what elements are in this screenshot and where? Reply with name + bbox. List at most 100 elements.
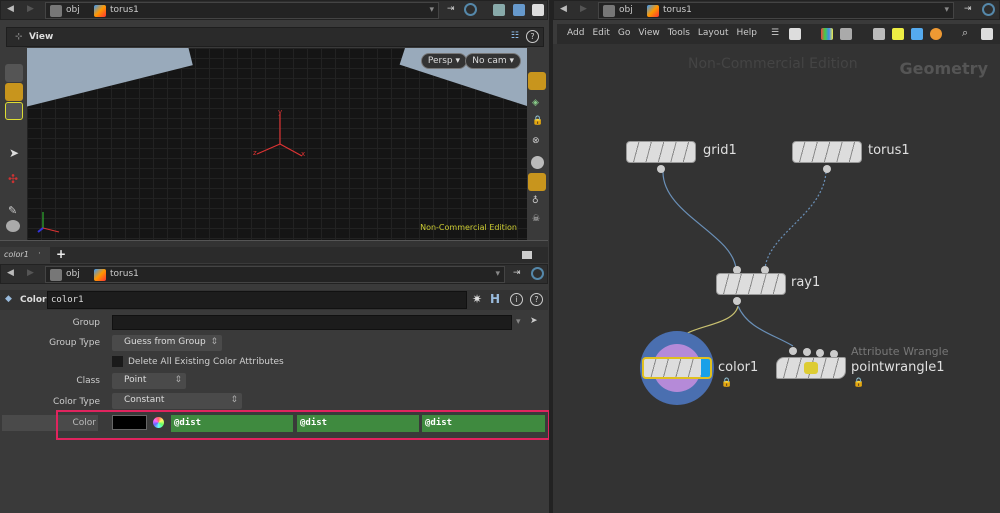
crumb-torus1[interactable]: torus1 <box>110 5 139 15</box>
close-tab-icon[interactable]: · <box>38 249 41 259</box>
color-type-label-wrap: Color Type <box>0 395 100 409</box>
node-name-field[interactable]: color1 <box>47 291 467 309</box>
chevron-down-icon[interactable]: ▾ <box>429 5 434 15</box>
view-tools-icon[interactable]: ⊹ <box>15 32 23 42</box>
select-mode-icon[interactable] <box>5 64 23 82</box>
node-torus1[interactable] <box>792 141 862 163</box>
camera-menu[interactable]: No cam ▾ <box>465 53 521 69</box>
crumb-obj[interactable]: obj <box>619 5 633 15</box>
back-arrow-icon[interactable]: ◀ <box>7 4 14 14</box>
output-connector[interactable] <box>823 165 831 173</box>
menu-go[interactable]: Go <box>618 28 630 38</box>
menu-help[interactable]: Help <box>737 28 758 38</box>
help-icon[interactable]: ? <box>530 293 543 306</box>
color-palette-icon[interactable] <box>821 28 833 40</box>
class-menu[interactable]: Point ⇕ <box>112 373 186 389</box>
link-icon[interactable] <box>531 267 544 280</box>
visibility-icon[interactable] <box>528 72 546 90</box>
pin-icon[interactable]: ⇥ <box>513 268 521 278</box>
shading-sphere-icon[interactable] <box>531 156 544 169</box>
tree-view-icon[interactable]: ☰ <box>771 28 779 38</box>
forward-arrow-icon[interactable]: ▶ <box>580 4 587 14</box>
axis-label-y: y <box>278 108 283 116</box>
axis-label-x: x <box>301 150 306 158</box>
geometry-mode-icon[interactable] <box>5 102 23 120</box>
info-icon[interactable]: i <box>510 293 523 306</box>
skull-icon[interactable]: ☠ <box>532 214 540 224</box>
lock-icon[interactable]: 🔒 <box>532 116 543 126</box>
color-type-menu[interactable]: Constant ⇕ <box>112 393 242 409</box>
crumb-obj[interactable]: obj <box>66 269 80 279</box>
add-tab-button[interactable]: + <box>56 247 66 261</box>
lock-icon[interactable]: 🔒 <box>853 378 864 388</box>
left-path-bar: ◀ ▶ obj torus1 ▾ ⇥ <box>0 0 548 20</box>
lock-icon[interactable]: 🔒 <box>721 378 732 388</box>
headlight-icon[interactable] <box>528 173 546 191</box>
shape-palette-icon[interactable] <box>840 28 852 40</box>
handle-icon[interactable]: ✣ <box>8 172 18 186</box>
image-icon[interactable] <box>911 28 923 40</box>
search-icon[interactable]: ⌕ <box>962 26 968 40</box>
path-field[interactable]: obj torus1 ▾ <box>45 2 439 19</box>
node-ray1[interactable] <box>716 273 786 295</box>
crumb-torus1[interactable]: torus1 <box>663 5 692 15</box>
output-connector[interactable] <box>733 297 741 305</box>
eye-icon[interactable] <box>981 28 993 40</box>
group-dropdown-icon[interactable]: ▾ <box>516 317 521 327</box>
viewport[interactable]: Persp ▾ No cam ▾ y z x Non-Commercial Ed… <box>27 48 527 240</box>
gear-icon[interactable]: ✷ <box>472 292 482 306</box>
chevron-down-icon[interactable]: ▾ <box>495 269 500 279</box>
menu-view[interactable]: View <box>638 28 659 38</box>
param-path-field[interactable]: obj torus1 ▾ <box>45 266 505 283</box>
node-color1[interactable] <box>642 357 712 379</box>
select-arrow-icon[interactable]: ➤ <box>530 316 538 326</box>
crumb-obj[interactable]: obj <box>66 5 80 15</box>
display-options-icon[interactable]: ☷ <box>511 31 519 41</box>
network-path-field[interactable]: obj torus1 ▾ <box>598 2 954 19</box>
list-view-icon[interactable] <box>789 28 801 40</box>
pane-splitter[interactable] <box>0 240 548 247</box>
sticky-note-icon[interactable] <box>892 28 904 40</box>
forward-arrow-icon[interactable]: ▶ <box>27 4 34 14</box>
back-arrow-icon[interactable]: ◀ <box>560 4 567 14</box>
background-icon[interactable] <box>532 4 544 16</box>
camera-icon[interactable] <box>6 220 20 232</box>
input-connector[interactable] <box>816 349 824 357</box>
output-connector[interactable] <box>657 165 665 173</box>
menu-layout[interactable]: Layout <box>698 28 729 38</box>
menu-edit[interactable]: Edit <box>592 28 609 38</box>
ghost-icon[interactable]: ◈ <box>532 98 539 108</box>
menu-add[interactable]: Add <box>567 28 584 38</box>
pane-menu-icon[interactable] <box>522 251 532 259</box>
crumb-torus1[interactable]: torus1 <box>110 269 139 279</box>
tab-color1[interactable]: color1 · <box>0 247 50 263</box>
dot-icon[interactable] <box>930 28 942 40</box>
group-type-menu[interactable]: Guess from Group ⇕ <box>112 335 222 351</box>
group-field[interactable] <box>112 315 512 330</box>
brush-icon[interactable]: ✎ <box>8 204 17 217</box>
back-arrow-icon[interactable]: ◀ <box>7 268 14 278</box>
link-icon[interactable] <box>464 3 477 16</box>
arrow-select-icon[interactable]: ➤ <box>9 146 19 160</box>
network-box-icon[interactable] <box>873 28 885 40</box>
display-icon[interactable] <box>493 4 505 16</box>
input-connector[interactable] <box>803 348 811 356</box>
node-pointwrangle1[interactable] <box>776 357 846 379</box>
object-mode-icon[interactable] <box>5 83 23 101</box>
pin-icon[interactable]: ⇥ <box>964 4 972 14</box>
network-editor[interactable]: Non-Commercial Edition Geometry grid1 to… <box>553 44 1000 513</box>
node-grid1[interactable] <box>626 141 696 163</box>
persp-menu[interactable]: Persp ▾ <box>420 53 467 69</box>
light-icon[interactable]: ♁ <box>532 196 539 206</box>
pin-icon[interactable]: ⇥ <box>447 4 455 14</box>
delete-attrs-checkbox[interactable] <box>112 356 123 367</box>
houdini-help-icon[interactable]: H <box>490 292 500 306</box>
light-off-icon[interactable]: ⊗ <box>532 136 540 146</box>
forward-arrow-icon[interactable]: ▶ <box>27 268 34 278</box>
help-icon[interactable]: ? <box>526 30 539 43</box>
input-connector[interactable] <box>789 347 797 355</box>
link-icon[interactable] <box>982 3 995 16</box>
shading-icon[interactable] <box>513 4 525 16</box>
chevron-down-icon[interactable]: ▾ <box>944 5 949 15</box>
menu-tools[interactable]: Tools <box>668 28 690 38</box>
